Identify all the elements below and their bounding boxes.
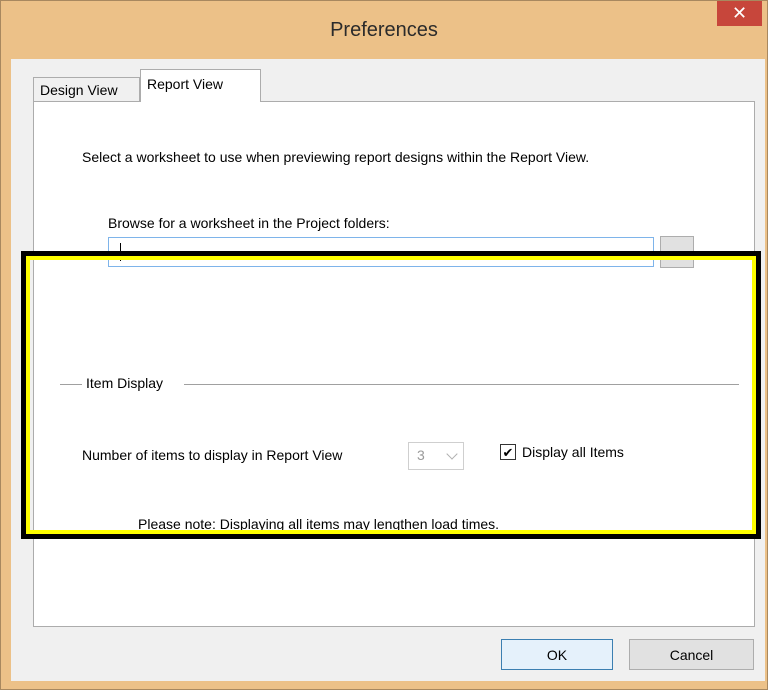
- close-button[interactable]: ✕: [717, 1, 762, 26]
- group-divider-right: [184, 384, 739, 385]
- intro-text: Select a worksheet to use when previewin…: [82, 149, 590, 165]
- cancel-button[interactable]: Cancel: [629, 639, 754, 670]
- item-count-dropdown[interactable]: 3: [408, 442, 464, 470]
- close-icon: ✕: [731, 3, 748, 23]
- item-display-group-title: Item Display: [86, 375, 164, 391]
- title-bar[interactable]: Preferences ✕: [1, 1, 767, 59]
- item-count-label: Number of items to display in Report Vie…: [82, 447, 343, 463]
- display-all-checkbox[interactable]: ✔: [500, 444, 516, 460]
- checkmark-icon: ✔: [502, 444, 514, 460]
- ok-button[interactable]: OK: [501, 639, 613, 670]
- dialog-client-area: Design View Report View Select a workshe…: [11, 59, 765, 681]
- worksheet-path-input[interactable]: [108, 237, 654, 267]
- text-caret: [120, 243, 121, 261]
- chevron-down-icon: [446, 448, 458, 460]
- load-time-note: Please note: Displaying all items may le…: [138, 516, 500, 532]
- tab-report-view[interactable]: Report View: [140, 69, 261, 102]
- report-view-panel: Select a worksheet to use when previewin…: [33, 101, 755, 627]
- tab-design-view[interactable]: Design View: [33, 77, 140, 101]
- window-title: Preferences: [330, 19, 438, 41]
- browse-label: Browse for a worksheet in the Project fo…: [108, 215, 390, 231]
- item-count-value: 3: [417, 447, 425, 463]
- display-all-label[interactable]: Display all Items: [522, 444, 624, 460]
- preferences-dialog: Preferences ✕ Design View Report View Se…: [0, 0, 768, 690]
- browse-button[interactable]: ...: [660, 236, 694, 268]
- group-divider-left: [60, 384, 82, 385]
